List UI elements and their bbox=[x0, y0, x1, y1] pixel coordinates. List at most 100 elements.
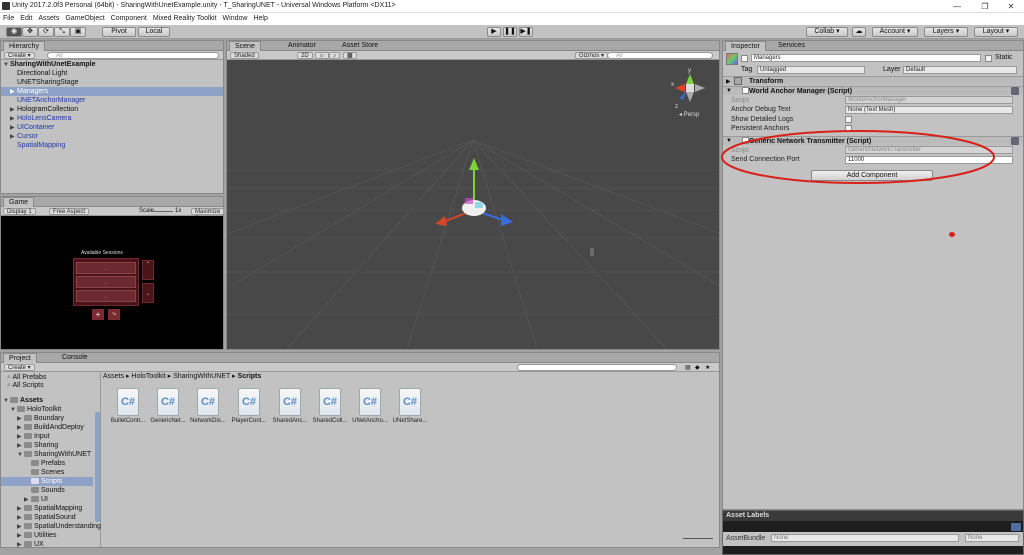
minimize-button[interactable]: — bbox=[944, 1, 970, 12]
display-dropdown[interactable]: Display 1 bbox=[3, 208, 36, 215]
transform-header[interactable]: Transform bbox=[723, 76, 1023, 85]
hierarchy-item[interactable]: SpatialMapping bbox=[17, 141, 65, 150]
maximize-button[interactable]: ❐ bbox=[972, 1, 998, 12]
script-file-item[interactable]: C# NetworkDis... bbox=[188, 388, 228, 424]
session-row[interactable]: ... bbox=[76, 290, 136, 302]
anchor-debug-field[interactable]: None (Text Mesh) bbox=[845, 106, 1013, 114]
maximize-on-play-toggle[interactable]: Maximize On bbox=[191, 208, 225, 222]
hierarchy-item[interactable]: ▶ UIContainer bbox=[10, 123, 54, 132]
menu-assets[interactable]: Assets bbox=[35, 13, 62, 25]
tree-folder[interactable]: ▶ Input bbox=[17, 432, 50, 441]
tree-folder[interactable]: Prefabs bbox=[31, 459, 65, 468]
tab-asset-store[interactable]: Asset Store bbox=[337, 41, 383, 51]
audio-toggle-icon[interactable]: ♪ bbox=[329, 52, 340, 59]
shading-mode-dropdown[interactable]: Shaded bbox=[230, 52, 259, 59]
menu-component[interactable]: Component bbox=[108, 13, 150, 25]
asset-variant-dropdown[interactable]: None bbox=[965, 534, 1019, 542]
menu-help[interactable]: Help bbox=[250, 13, 270, 25]
pause-button[interactable]: ❚❚ bbox=[503, 27, 517, 37]
tab-animator[interactable]: Animator bbox=[283, 41, 321, 51]
aspect-dropdown[interactable]: Free Aspect bbox=[49, 208, 90, 215]
session-row[interactable]: ... bbox=[76, 276, 136, 288]
scene-search-input[interactable]: All bbox=[607, 52, 713, 59]
favorite-star-icon[interactable]: ★ bbox=[705, 364, 710, 371]
collab-dropdown[interactable]: Collab ▾ bbox=[806, 27, 848, 37]
tab-project[interactable]: Project bbox=[3, 353, 37, 363]
tab-console[interactable]: Console bbox=[57, 353, 93, 363]
tab-services[interactable]: Services bbox=[773, 41, 810, 51]
filter-type-icon[interactable]: ▤ bbox=[685, 364, 691, 371]
active-checkbox[interactable] bbox=[741, 55, 748, 62]
tree-folder-selected[interactable]: Scripts bbox=[1, 477, 93, 486]
tag-icon[interactable] bbox=[1011, 523, 1021, 531]
breadcrumb-item[interactable]: SharingWithUNET bbox=[173, 373, 230, 380]
play-button[interactable]: ▶ bbox=[487, 27, 501, 37]
hand-tool-icon[interactable]: ◉ bbox=[6, 27, 22, 37]
static-checkbox[interactable] bbox=[985, 55, 992, 62]
script-file-item[interactable]: C# UNetAncho... bbox=[350, 388, 390, 424]
script-file-item[interactable]: C# SharedColl... bbox=[310, 388, 350, 424]
scroll-up-icon[interactable]: ⌃ bbox=[142, 260, 154, 280]
hierarchy-item[interactable]: ▶ HologramCollection bbox=[10, 105, 78, 114]
project-create-button[interactable]: Create ▾ bbox=[4, 364, 35, 371]
hierarchy-search-input[interactable]: All bbox=[47, 52, 219, 59]
scale-tool-icon[interactable]: ⤡ bbox=[54, 27, 70, 37]
menu-file[interactable]: File bbox=[0, 13, 17, 25]
tree-folder[interactable]: Sounds bbox=[31, 486, 65, 495]
cloud-icon[interactable]: ☁ bbox=[852, 27, 866, 37]
world-anchor-collapse-icon[interactable]: ▼ bbox=[726, 88, 732, 94]
menu-edit[interactable]: Edit bbox=[17, 13, 35, 25]
tree-folder[interactable]: ▶ Utilities bbox=[17, 531, 57, 540]
hierarchy-item[interactable]: ▶ HoloLensCamera bbox=[10, 114, 71, 123]
game-view[interactable]: Available Sessions ... ... ... ⌃ ⌄ + ⤷ bbox=[1, 216, 223, 349]
filter-label-icon[interactable]: ◆ bbox=[695, 364, 700, 371]
2d-toggle[interactable]: 2D bbox=[297, 52, 313, 59]
effects-toggle-icon[interactable]: ▩ bbox=[343, 52, 357, 59]
script-file-item[interactable]: C# UNetShare... bbox=[390, 388, 430, 424]
tab-inspector[interactable]: Inspector bbox=[725, 41, 766, 51]
tab-hierarchy[interactable]: Hierarchy bbox=[3, 41, 45, 51]
session-row[interactable]: ... bbox=[76, 262, 136, 274]
account-dropdown[interactable]: Account ▾ bbox=[872, 27, 918, 37]
tab-scene[interactable]: Scene bbox=[229, 41, 261, 51]
asset-bundle-dropdown[interactable]: None bbox=[771, 534, 959, 542]
tree-folder[interactable]: ▶ Boundary bbox=[17, 414, 64, 423]
rotate-tool-icon[interactable]: ⟳ bbox=[38, 27, 54, 37]
scene-view[interactable]: y x z ◂ Persp bbox=[227, 60, 719, 349]
tree-folder[interactable]: ▼ HoloToolkit bbox=[10, 405, 61, 414]
pivot-toggle[interactable]: Pivot bbox=[102, 27, 136, 37]
tree-folder[interactable]: ▶ UI bbox=[24, 495, 48, 504]
tree-folder[interactable]: ▶ SpatialMapping bbox=[17, 504, 82, 513]
hierarchy-item[interactable]: UNETAnchorManager bbox=[17, 96, 85, 105]
menu-gameobject[interactable]: GameObject bbox=[62, 13, 107, 25]
script-file-item[interactable]: C# BulletContr... bbox=[108, 388, 148, 424]
script-file-item[interactable]: C# GenericNet... bbox=[148, 388, 188, 424]
scale-slider[interactable] bbox=[153, 211, 173, 212]
lighting-toggle-icon[interactable]: ☼ bbox=[315, 52, 329, 59]
breadcrumb-item[interactable]: HoloToolkit bbox=[131, 373, 165, 380]
script-file-item[interactable]: C# PlayerCont... bbox=[229, 388, 269, 424]
gizmos-dropdown[interactable]: Gizmos ▾ bbox=[575, 52, 609, 59]
tree-folder[interactable]: ▼ SharingWithUNET bbox=[17, 450, 91, 459]
orientation-gizmo-icon[interactable]: y x z bbox=[669, 66, 709, 116]
hierarchy-item-selected[interactable]: ▶ Managers bbox=[1, 87, 223, 96]
local-toggle[interactable]: Local bbox=[138, 27, 170, 37]
menu-window[interactable]: Window bbox=[220, 13, 251, 25]
tree-folder[interactable]: ▶ UX bbox=[17, 540, 44, 549]
breadcrumb-item[interactable]: Assets bbox=[103, 373, 124, 380]
tree-root-assets[interactable]: ▼ Assets bbox=[3, 396, 43, 405]
tab-game[interactable]: Game bbox=[3, 197, 35, 207]
hierarchy-create-button[interactable]: Create ▾ bbox=[4, 52, 35, 59]
tree-folder[interactable]: ▶ SpatialUnderstanding bbox=[17, 522, 101, 531]
tag-dropdown[interactable]: Untagged bbox=[757, 66, 865, 74]
close-button[interactable]: ✕ bbox=[998, 1, 1024, 12]
layer-dropdown[interactable]: Default bbox=[903, 66, 1017, 74]
breadcrumb-item[interactable]: Scripts bbox=[238, 373, 262, 380]
join-session-icon[interactable]: ⤷ bbox=[108, 309, 120, 320]
world-anchor-header[interactable]: World Anchor Manager (Script) bbox=[723, 86, 1023, 95]
rect-tool-icon[interactable]: ▣ bbox=[70, 27, 86, 37]
persp-label[interactable]: ◂ Persp bbox=[679, 111, 699, 118]
scroll-down-icon[interactable]: ⌄ bbox=[142, 283, 154, 303]
favorite-item[interactable]: ⌕ All Scripts bbox=[7, 381, 44, 390]
script-file-item[interactable]: C# SharedAnc... bbox=[270, 388, 310, 424]
